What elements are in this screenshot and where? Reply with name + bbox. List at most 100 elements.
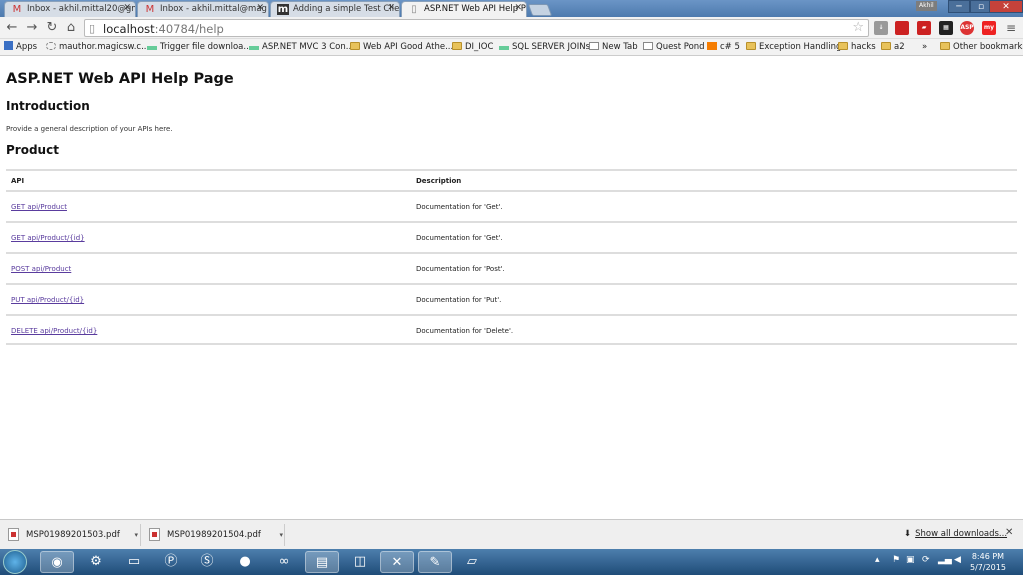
bookmark-label: ASP.NET MVC 3 Con... — [262, 42, 354, 52]
tray-overflow-icon[interactable]: ▴ — [875, 555, 880, 565]
tab-label: Inbox - akhil.mittal@mag — [160, 4, 267, 14]
visual-studio-icon[interactable]: ∞ — [267, 551, 301, 573]
folders-icon[interactable]: ▭ — [117, 551, 151, 573]
network-icon[interactable]: ⚙ — [79, 551, 113, 573]
section-heading: Product — [6, 143, 59, 157]
sql-icon[interactable]: ◫ — [343, 551, 377, 573]
notes-icon[interactable]: ▱ — [455, 551, 489, 573]
bookmark-sql-joins[interactable]: SQL SERVER JOINs — [499, 41, 590, 53]
chevron-down-icon[interactable]: ▾ — [134, 525, 138, 545]
download-extension-icon[interactable]: ↓ — [874, 21, 888, 35]
url-host: localhost — [103, 22, 155, 36]
back-icon[interactable]: ← — [4, 20, 20, 36]
api-link[interactable]: GET api/Product/{id} — [11, 234, 85, 242]
qr-extension-icon[interactable]: ▦ — [939, 21, 953, 35]
show-all-downloads[interactable]: ⬇ Show all downloads... — [904, 529, 1007, 539]
profile-name[interactable]: Akhil — [916, 1, 937, 11]
start-button-icon[interactable] — [3, 550, 27, 574]
table-header-row: API Description — [6, 169, 1017, 190]
bookmark-aspnet-mvc[interactable]: ASP.NET MVC 3 Con... — [249, 41, 354, 53]
bookmark-trigger-file[interactable]: Trigger file downloa... — [147, 41, 251, 53]
browser-tabstrip: M Inbox - akhil.mittal20@gm ✕ M Inbox - … — [0, 0, 1023, 17]
firefox-icon[interactable]: ● — [228, 551, 262, 573]
table-row: POST api/Product Documentation for 'Post… — [6, 252, 1017, 283]
car-extension-icon[interactable]: ▰ — [917, 21, 931, 35]
forward-icon[interactable]: → — [24, 20, 40, 36]
bookmark-label: Web API Good Athe... — [363, 42, 454, 52]
table-row: GET api/Product/{id} Documentation for '… — [6, 221, 1017, 252]
volume-icon[interactable]: ◀ — [954, 555, 961, 565]
close-icon[interactable]: ✕ — [256, 3, 264, 13]
tray-sync-icon[interactable]: ⟳ — [922, 555, 930, 565]
bookmark-csharp5[interactable]: c# 5 — [707, 41, 740, 53]
bookmark-hacks[interactable]: hacks — [838, 41, 876, 53]
explorer-icon[interactable]: ▤ — [305, 551, 339, 573]
signal-icon[interactable]: ▂▄ — [938, 555, 952, 565]
my-extension-icon[interactable]: my — [982, 21, 996, 35]
bookmark-other[interactable]: Other bookmarks — [940, 41, 1023, 53]
table-row: DELETE api/Product/{id} Documentation fo… — [6, 314, 1017, 345]
close-icon[interactable]: ✕ — [514, 3, 522, 13]
pdf-icon — [149, 528, 160, 541]
bookmark-extension-icon[interactable] — [895, 21, 909, 35]
page-title: ASP.NET Web API Help Page — [6, 71, 234, 87]
url-text[interactable]: localhost:40784/help — [103, 22, 224, 36]
bookmark-di-ioc[interactable]: DI_IOC — [452, 41, 493, 53]
bookmark-label: SQL SERVER JOINs — [512, 42, 591, 52]
column-header-api: API — [11, 177, 25, 185]
bookmarks-overflow-button[interactable]: » — [922, 41, 927, 53]
bookmark-web-api[interactable]: Web API Good Athe... — [350, 41, 453, 53]
api-link[interactable]: PUT api/Product/{id} — [11, 296, 84, 304]
window-close-icon[interactable]: ✕ — [989, 0, 1023, 13]
windows-taskbar: ◉ ⚙ ▭ Ⓟ Ⓢ ● ∞ ▤ ◫ ✕ ✎ ▱ ▴ ⚑ ▣ ⟳ ▂▄ ◀ 8:4… — [0, 549, 1023, 575]
api-description: Documentation for 'Get'. — [416, 234, 503, 242]
bookmark-mauthor[interactable]: mauthor.magicsw.c... — [46, 41, 149, 53]
page-icon — [589, 42, 599, 50]
asp-extension-icon[interactable]: ASP — [960, 21, 974, 35]
home-icon[interactable]: ⌂ — [63, 20, 79, 36]
page-icon: ▯ — [411, 4, 417, 15]
menu-icon[interactable]: ≡ — [1003, 20, 1019, 36]
close-icon[interactable]: ✕ — [1005, 527, 1013, 538]
tab-label: ASP.NET Web API Help Pa — [424, 4, 527, 14]
tab-test-client[interactable]: m Adding a simple Test Clie ✕ — [270, 1, 400, 17]
pdf-icon — [8, 528, 19, 541]
close-icon[interactable]: ✕ — [387, 3, 395, 13]
close-icon[interactable]: ✕ — [123, 3, 131, 13]
link-icon — [499, 46, 509, 50]
new-tab-button[interactable] — [527, 4, 553, 16]
bookmark-label: Other bookmarks — [953, 42, 1023, 52]
system-clock[interactable]: 8:46 PM 5/7/2015 — [970, 551, 1006, 573]
tab-gmail-1[interactable]: M Inbox - akhil.mittal20@gm ✕ — [4, 1, 136, 17]
address-bar[interactable]: ▯ localhost:40784/help ☆ — [84, 19, 869, 37]
chrome-icon[interactable]: ◉ — [40, 551, 74, 573]
chevron-down-icon[interactable]: ▾ — [279, 525, 283, 545]
tab-help-page[interactable]: ▯ ASP.NET Web API Help Pa ✕ — [401, 1, 527, 17]
tab-gmail-2[interactable]: M Inbox - akhil.mittal@mag ✕ — [137, 1, 269, 17]
api-link[interactable]: GET api/Product — [11, 203, 67, 211]
bookmark-apps[interactable]: Apps — [4, 41, 37, 53]
bookmark-a2[interactable]: a2 — [881, 41, 905, 53]
bookmark-exception-handling[interactable]: Exception Handling — [746, 41, 841, 53]
minimize-icon[interactable]: ─ — [948, 0, 970, 13]
api-link[interactable]: POST api/Product — [11, 265, 71, 273]
bookmark-label: c# 5 — [720, 42, 740, 52]
show-all-link[interactable]: Show all downloads... — [915, 529, 1007, 539]
tools-icon[interactable]: ✕ — [380, 551, 414, 573]
table-row: PUT api/Product/{id} Documentation for '… — [6, 283, 1017, 314]
bookmark-label: Apps — [16, 42, 38, 52]
bookmark-quest-pond[interactable]: Quest Pond — [643, 41, 705, 53]
tray-app-icon[interactable]: ▣ — [906, 555, 915, 565]
api-link[interactable]: DELETE api/Product/{id} — [11, 327, 97, 335]
bookmark-star-icon[interactable]: ☆ — [852, 20, 864, 35]
reload-icon[interactable]: ↻ — [44, 20, 60, 36]
download-item[interactable]: MSP01989201504.pdf ▾ — [145, 525, 283, 545]
downloads-bar: MSP01989201503.pdf ▾ MSP01989201504.pdf … — [0, 519, 1023, 549]
download-item[interactable]: MSP01989201503.pdf ▾ — [4, 525, 138, 545]
tray-flag-icon[interactable]: ⚑ — [892, 555, 900, 565]
skype-icon[interactable]: Ⓢ — [190, 551, 224, 573]
bookmark-new-tab[interactable]: New Tab — [589, 41, 638, 53]
p-app-icon[interactable]: Ⓟ — [154, 551, 188, 573]
bookmark-label: hacks — [851, 42, 876, 52]
paint-icon[interactable]: ✎ — [418, 551, 452, 573]
